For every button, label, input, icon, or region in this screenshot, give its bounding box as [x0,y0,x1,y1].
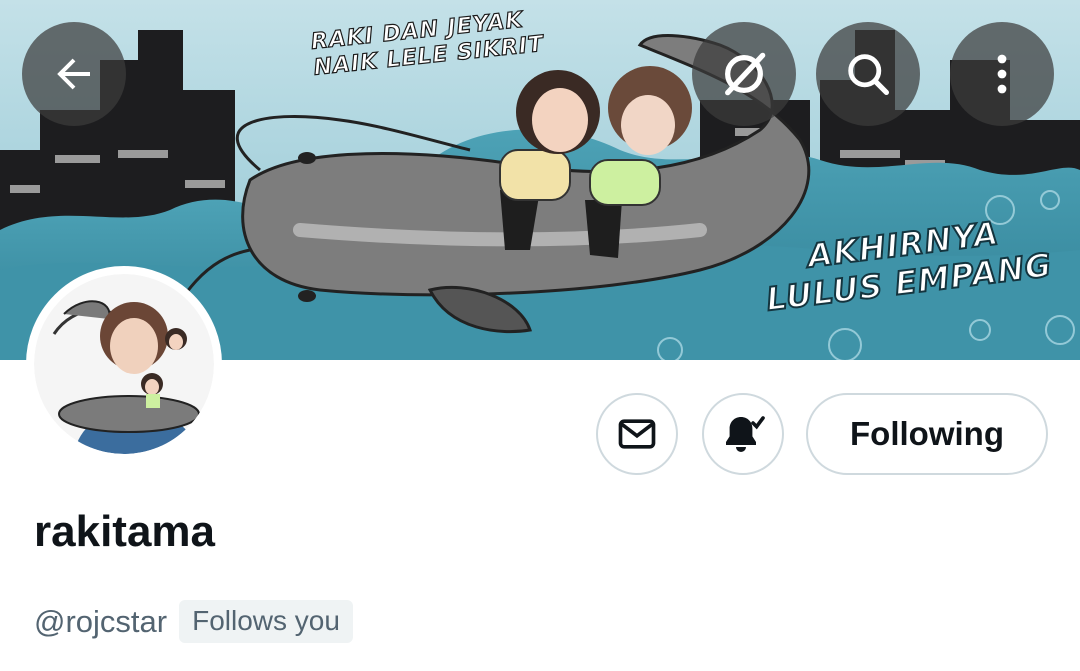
search-icon [848,54,890,96]
handle-row: @rojcstar Follows you [34,600,353,643]
arrow-left-icon [57,58,90,90]
avatar-illustration [34,274,214,454]
back-button[interactable] [22,22,126,126]
message-button[interactable] [596,393,678,475]
profile-display-name: rakitama [34,507,216,556]
avatar-image [34,274,214,454]
grok-button[interactable] [692,22,796,126]
more-options-button[interactable] [950,22,1054,126]
envelope-icon [618,419,656,449]
profile-page: RAKI DAN JEYAK NAIK LELE SIKRIT AKHIRNYA… [0,0,1080,671]
follows-you-badge: Follows you [179,600,353,643]
following-button[interactable]: Following [806,393,1048,475]
search-button[interactable] [816,22,920,126]
profile-handle: @rojcstar [34,603,168,639]
bell-check-icon [726,416,765,452]
notifications-button[interactable] [702,393,784,475]
profile-avatar[interactable] [26,266,222,462]
more-vertical-icon [997,54,1007,94]
grok-icon [725,52,766,96]
